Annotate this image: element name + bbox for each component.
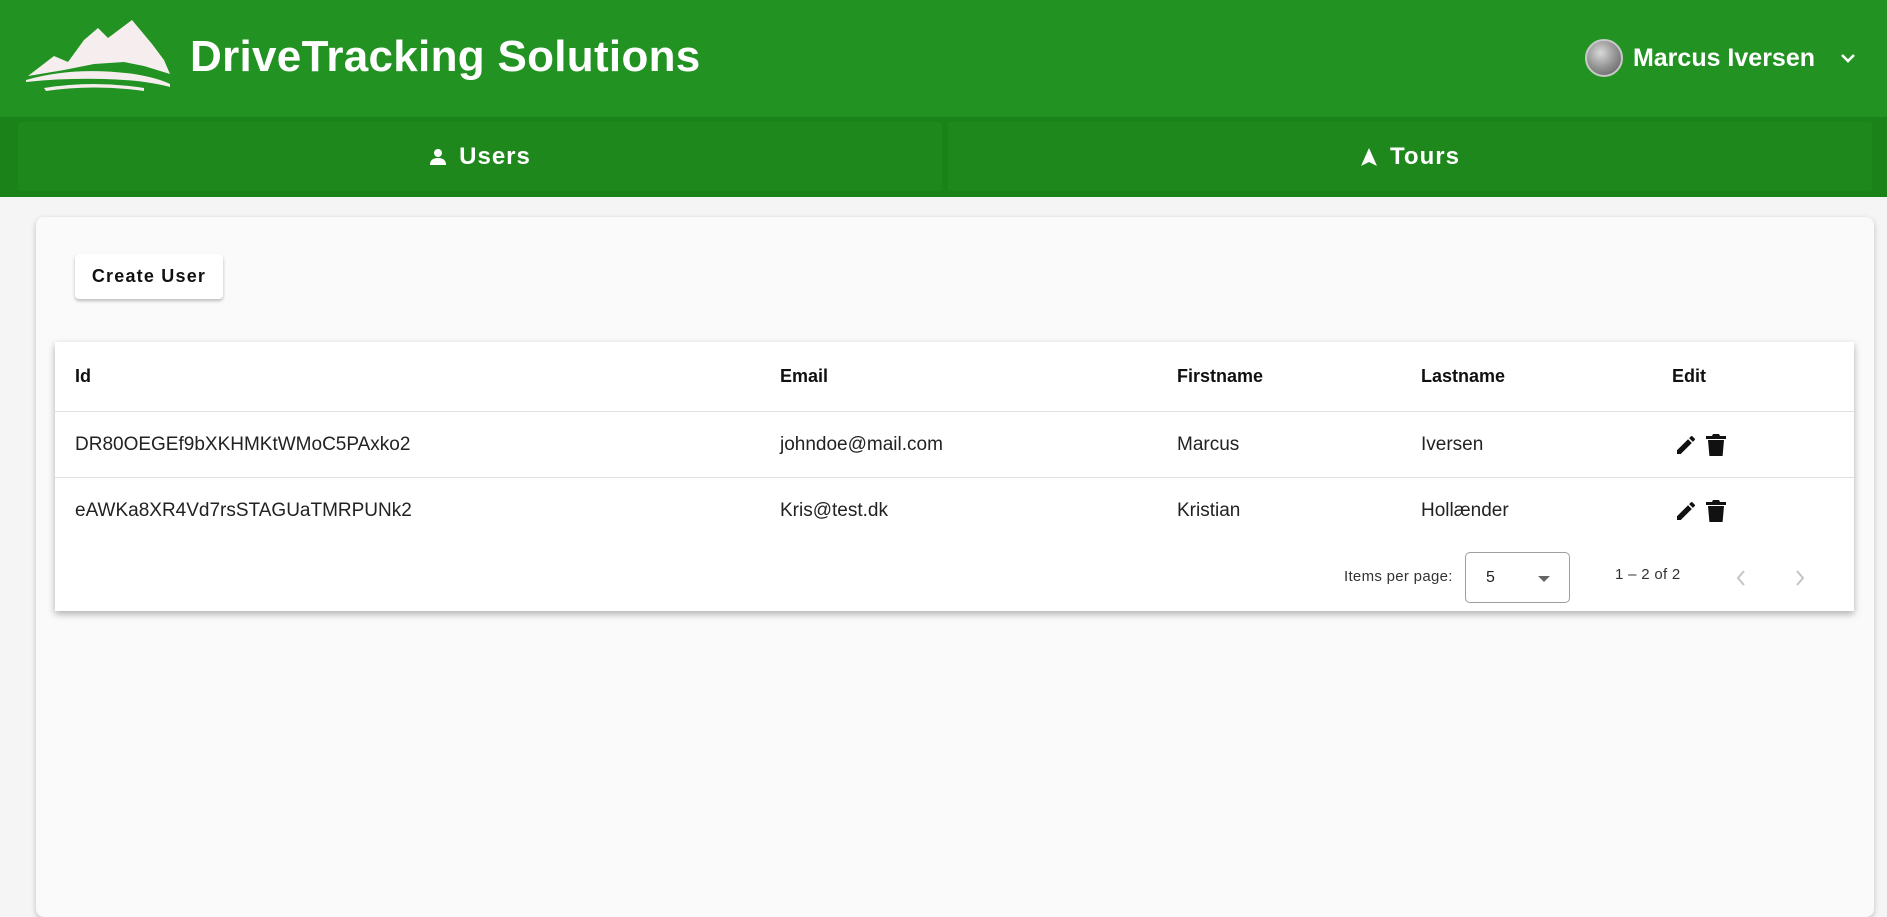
delete-trash-icon[interactable] [1702, 496, 1730, 526]
chevron-down-icon [1841, 54, 1855, 63]
column-header-edit: Edit [1672, 366, 1706, 386]
cell-edit-actions [1672, 412, 1732, 477]
items-per-page-select[interactable]: 5 [1465, 552, 1570, 603]
tab-users-label: Users [459, 142, 531, 170]
cell-id: DR80OEGEf9bXKHMKtWMoC5PAxko2 [75, 433, 411, 455]
create-user-button[interactable]: Create User [75, 254, 223, 299]
previous-page-button[interactable] [1721, 558, 1761, 598]
column-header-id: Id [75, 366, 91, 386]
cell-email: Kris@test.dk [780, 500, 888, 521]
cell-firstname: Kristian [1177, 500, 1241, 521]
tab-users[interactable]: Users [18, 122, 942, 191]
mountain-logo-icon [26, 20, 170, 91]
table-header-row: Id Email Firstname Lastname Edit [55, 342, 1854, 412]
app-title: DriveTracking Solutions [190, 32, 701, 81]
person-icon [430, 148, 447, 165]
items-per-page-value: 5 [1486, 569, 1495, 586]
page-range-label: 1 – 2 of 2 [1615, 566, 1681, 583]
next-page-button[interactable] [1780, 558, 1820, 598]
caret-down-icon [1538, 576, 1550, 582]
edit-pencil-icon[interactable] [1672, 496, 1700, 526]
items-per-page-label: Items per page: [1344, 568, 1453, 585]
app-header: DriveTracking Solutions Marcus Iversen [0, 0, 1887, 117]
user-menu[interactable]: Marcus Iversen [1584, 36, 1857, 80]
delete-trash-icon[interactable] [1702, 430, 1730, 460]
column-header-lastname: Lastname [1421, 366, 1506, 386]
main-nav: Users Tours [0, 117, 1887, 197]
content-card: Create User Id Email Firstname Lastname … [36, 217, 1874, 917]
column-header-firstname: Firstname [1177, 366, 1264, 386]
cell-lastname: Hollænder [1421, 500, 1509, 521]
chevron-left-icon [1736, 570, 1745, 586]
cell-lastname: Iversen [1421, 433, 1484, 455]
cell-id: eAWKa8XR4Vd7rsSTAGUaTMRPUNk2 [75, 500, 412, 521]
cell-firstname: Marcus [1177, 433, 1240, 455]
column-header-email: Email [780, 366, 829, 386]
edit-pencil-icon[interactable] [1672, 430, 1700, 460]
cell-edit-actions [1672, 478, 1732, 544]
navigation-arrow-icon [1361, 147, 1378, 166]
tab-tours-label: Tours [1390, 142, 1460, 170]
paginator: Items per page: 5 1 – 2 of 2 [55, 544, 1854, 611]
tab-tours[interactable]: Tours [948, 122, 1872, 191]
cell-email: johndoe@mail.com [780, 433, 943, 455]
table-row: DR80OEGEf9bXKHMKtWMoC5PAxko2 johndoe@mai… [55, 412, 1854, 478]
avatar [1584, 39, 1623, 77]
users-table: Id Email Firstname Lastname Edit DR80OEG… [55, 342, 1854, 611]
chevron-right-icon [1796, 570, 1805, 586]
user-name: Marcus Iversen [1632, 43, 1815, 72]
table-row: eAWKa8XR4Vd7rsSTAGUaTMRPUNk2 Kris@test.d… [55, 478, 1854, 544]
